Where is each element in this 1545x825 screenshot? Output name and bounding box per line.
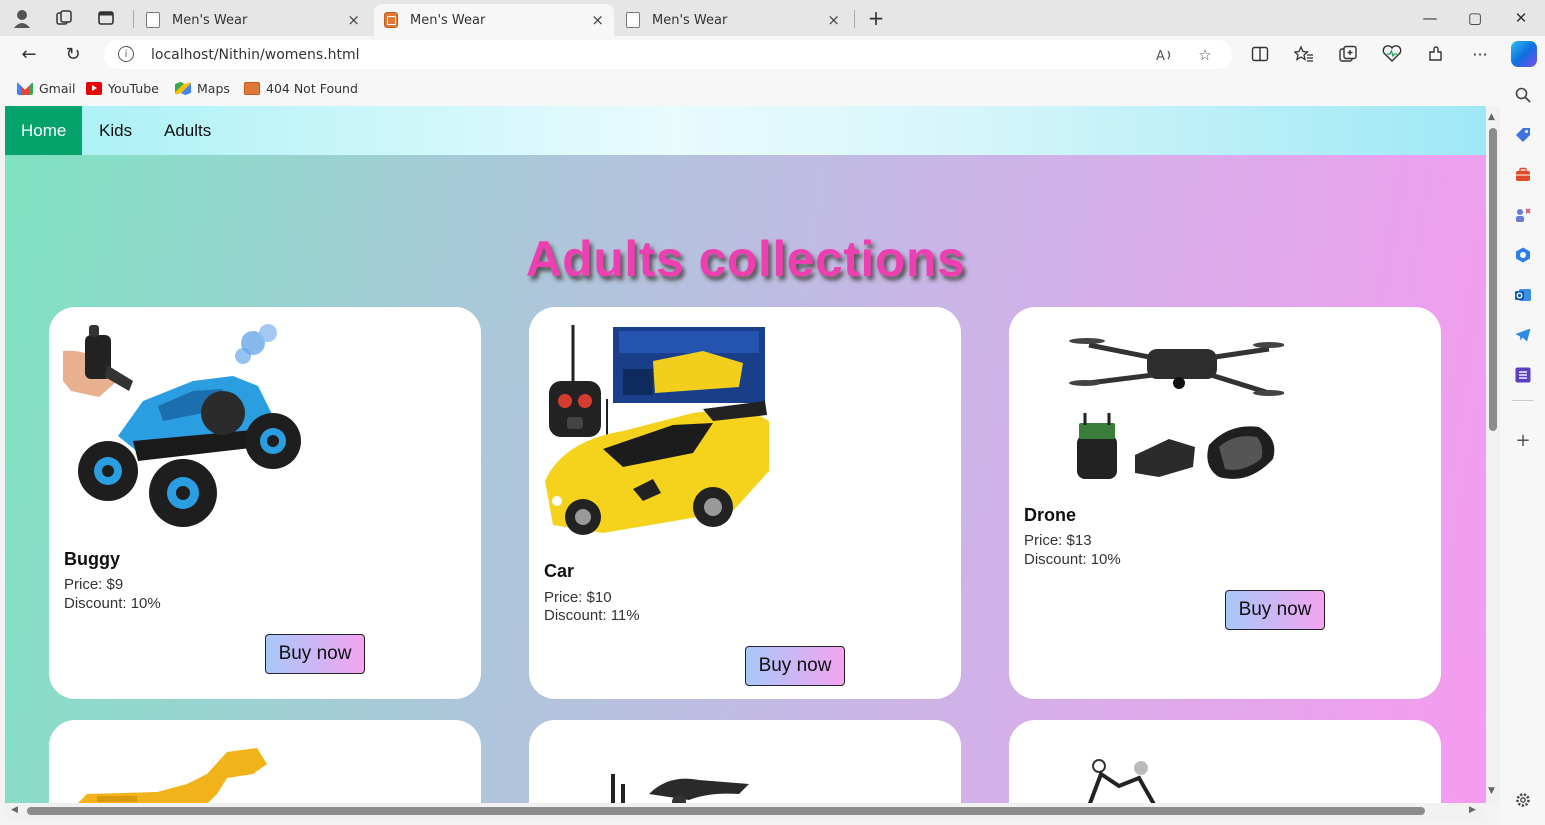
add-icon[interactable]: + [1513, 430, 1533, 451]
product-card-buggy: Buggy Price: $9 Discount: 10% Buy now [49, 307, 481, 699]
workspaces-icon[interactable] [52, 7, 76, 29]
url-text[interactable]: localhost/Nithin/womens.html [151, 47, 360, 63]
bookmarks-bar: Gmail YouTube Maps 404 Not Found [0, 72, 1500, 106]
black-ride-on-toy-image [609, 770, 769, 803]
scroll-up-arrow-icon[interactable]: ▲ [1488, 112, 1495, 122]
product-name: Car [544, 561, 575, 581]
site-info-icon[interactable]: i [118, 46, 134, 62]
more-icon[interactable]: ··· [1466, 41, 1494, 67]
yellow-excavator-toy-image [77, 744, 277, 803]
close-window-button[interactable]: ✕ [1506, 6, 1536, 30]
bookmark-youtube[interactable]: YouTube [86, 81, 159, 96]
games-icon[interactable] [1513, 205, 1533, 225]
favorites-icon[interactable] [1290, 41, 1318, 67]
page-viewport: Home Kids Adults Adults collections Bugg… [5, 106, 1486, 803]
refresh-button[interactable]: ↻ [59, 41, 87, 67]
read-aloud-icon[interactable]: A [1154, 44, 1176, 66]
buy-now-button[interactable]: Buy now [745, 646, 845, 686]
bookmark-label: 404 Not Found [266, 81, 358, 96]
tab-title: Men's Wear [652, 12, 728, 28]
tab-actions-icon[interactable] [94, 7, 118, 29]
product-name: Drone [1024, 505, 1077, 525]
vertical-scroll-thumb[interactable] [1489, 128, 1497, 431]
address-bar[interactable]: i localhost/Nithin/womens.html A ☆ [104, 40, 1232, 69]
page-title: Adults collections [525, 231, 966, 287]
shopping-tag-icon[interactable] [1513, 125, 1533, 145]
product-discount: Discount: 10% [64, 595, 161, 612]
copilot-icon[interactable] [1511, 41, 1537, 67]
svg-text:A: A [1156, 49, 1165, 63]
product-card-row2-2 [529, 720, 961, 803]
tab-title: Men's Wear [410, 12, 486, 28]
nav-home[interactable]: Home [5, 106, 83, 155]
browser-essentials-icon[interactable] [1378, 41, 1406, 67]
bookmark-gmail[interactable]: Gmail [17, 81, 75, 96]
bookmark-maps[interactable]: Maps [175, 81, 230, 96]
product-discount: Discount: 11% [544, 607, 640, 624]
tools-icon[interactable] [1513, 165, 1533, 185]
black-scooter-toy-image [1079, 756, 1169, 803]
nav-kids[interactable]: Kids [83, 106, 148, 155]
site-navbar: Home Kids Adults [5, 106, 1486, 155]
bookmark-label: Gmail [39, 81, 76, 96]
close-icon[interactable]: × [347, 11, 360, 29]
product-card-car: Car Price: $10 Discount: 11% Buy now [529, 307, 961, 699]
product-card-row2-3 [1009, 720, 1441, 803]
new-tab-button[interactable]: + [864, 6, 888, 30]
product-price: Price: $13 [1024, 532, 1092, 549]
telegram-icon[interactable] [1513, 325, 1533, 345]
page-icon [146, 12, 160, 28]
office-icon[interactable] [1513, 245, 1533, 265]
site-favicon-icon [384, 12, 398, 28]
tab-strip: Men's Wear × Men's Wear × Men's Wear × +… [0, 0, 1545, 36]
list-icon[interactable] [1513, 365, 1533, 385]
tab-mens-wear-3[interactable]: Men's Wear × [616, 4, 850, 36]
youtube-icon [86, 82, 102, 95]
split-screen-icon[interactable] [1246, 41, 1274, 67]
bookmark-404-not-found[interactable]: 404 Not Found [244, 81, 358, 96]
minimize-button[interactable]: — [1415, 6, 1445, 30]
close-icon[interactable]: × [827, 11, 840, 29]
bookmark-label: YouTube [108, 81, 159, 96]
buy-now-button[interactable]: Buy now [265, 634, 365, 674]
page-icon [626, 12, 640, 28]
bookmark-label: Maps [197, 81, 230, 96]
extensions-icon[interactable] [1422, 41, 1450, 67]
scroll-right-arrow-icon[interactable]: ▶ [1469, 805, 1476, 815]
favorite-star-icon[interactable]: ☆ [1194, 44, 1216, 66]
gmail-icon [17, 82, 33, 95]
tab-title: Men's Wear [172, 12, 248, 28]
collections-icon[interactable] [1334, 41, 1362, 67]
nav-adults[interactable]: Adults [148, 106, 227, 155]
product-price: Price: $9 [64, 576, 124, 593]
browser-toolbar: ← ↻ i localhost/Nithin/womens.html A ☆ ·… [0, 36, 1545, 72]
close-icon[interactable]: × [591, 11, 604, 29]
tab-mens-wear-2[interactable]: Men's Wear × [374, 4, 614, 36]
back-button[interactable]: ← [15, 41, 43, 67]
product-discount: Discount: 10% [1024, 551, 1121, 568]
restore-button[interactable]: ▢ [1460, 6, 1490, 30]
search-icon[interactable] [1513, 85, 1533, 105]
profile-avatar-icon[interactable] [10, 7, 34, 29]
blue-rc-rock-crawler-image [63, 321, 308, 531]
black-foldable-drone-image [1069, 327, 1285, 489]
product-price: Price: $10 [544, 589, 612, 606]
outlook-icon[interactable] [1513, 285, 1533, 305]
yellow-rc-sports-car-image [543, 321, 773, 549]
tab-mens-wear-1[interactable]: Men's Wear × [136, 4, 370, 36]
edge-sidebar: + [1500, 72, 1545, 825]
maps-icon [175, 82, 191, 95]
scroll-down-arrow-icon[interactable]: ▼ [1488, 786, 1495, 796]
product-card-drone: Drone Price: $13 Discount: 10% Buy now [1009, 307, 1441, 699]
settings-icon[interactable] [1513, 790, 1533, 810]
horizontal-scrollbar[interactable]: ◀ ▶ [5, 803, 1486, 819]
horizontal-scroll-thumb[interactable] [27, 807, 1425, 815]
scroll-left-arrow-icon[interactable]: ◀ [11, 805, 18, 815]
product-name: Buggy [64, 549, 120, 569]
vertical-scrollbar[interactable]: ▲ ▼ [1486, 106, 1500, 803]
page-icon [244, 82, 260, 95]
product-card-row2-1 [49, 720, 481, 803]
buy-now-button[interactable]: Buy now [1225, 590, 1325, 630]
